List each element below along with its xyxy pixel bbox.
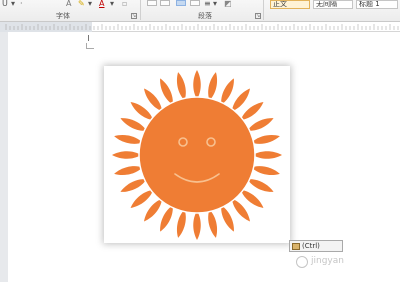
sun-ray — [251, 166, 280, 176]
paragraph-dialog-launcher-icon[interactable]: ↘ — [255, 13, 261, 19]
sun-ray — [176, 209, 186, 238]
sun-face — [138, 96, 256, 214]
style-no-spacing[interactable]: 无间隔 — [313, 0, 353, 9]
font-dialog-launcher-icon[interactable]: ↘ — [131, 13, 137, 19]
justify-button[interactable] — [190, 0, 200, 6]
vertical-ruler[interactable] — [0, 32, 8, 282]
group-divider — [263, 0, 264, 20]
sun-ray — [114, 134, 143, 144]
style-heading-1[interactable]: 标题 1 — [356, 0, 398, 9]
ribbon: U ▾ · A ✎ ▾ A ▾ ▫ 字体 ↘ ≡ ▾ ◩ 段落 ↘ 正文 无间隔… — [0, 0, 400, 22]
underline-icon[interactable]: U — [2, 0, 8, 8]
clear-format-icon[interactable]: · — [20, 0, 23, 8]
char-shading-icon[interactable]: ▫ — [122, 0, 127, 8]
watermark: jingyan — [296, 250, 400, 282]
dropdown-arrow-icon[interactable]: ▾ — [11, 0, 15, 8]
watermark-logo-icon — [296, 256, 308, 268]
shading-icon[interactable]: ◩ — [224, 0, 232, 8]
sun-ray — [251, 134, 280, 144]
sun-picture — [112, 70, 282, 240]
sun-ray — [112, 151, 141, 159]
sun-ray — [193, 211, 201, 240]
align-center-button[interactable] — [160, 0, 170, 6]
dropdown-arrow-icon[interactable]: ▾ — [213, 0, 217, 8]
paragraph-group-label: 段落 — [198, 12, 212, 20]
font-color-icon[interactable]: A — [99, 0, 104, 8]
font-style-icon[interactable]: A — [66, 0, 71, 8]
group-divider — [140, 0, 141, 20]
watermark-text: jingyan — [311, 256, 344, 266]
dropdown-arrow-icon[interactable]: ▾ — [110, 0, 114, 8]
sun-ray — [208, 72, 218, 101]
dropdown-arrow-icon[interactable]: ▾ — [88, 0, 92, 8]
font-group-label: 字体 — [56, 12, 70, 20]
sun-ray — [176, 72, 186, 101]
style-normal[interactable]: 正文 — [270, 0, 310, 9]
sun-ray — [253, 151, 282, 159]
line-spacing-icon[interactable]: ≡ — [204, 0, 211, 8]
align-left-button[interactable] — [147, 0, 157, 6]
inserted-picture[interactable] — [104, 66, 290, 243]
horizontal-ruler[interactable] — [0, 22, 400, 32]
sun-ray — [193, 70, 201, 99]
sun-ray — [208, 209, 218, 238]
clipboard-icon — [292, 243, 300, 250]
sun-ray — [114, 166, 143, 176]
highlight-icon[interactable]: ✎ — [78, 0, 85, 8]
ruler-ticks — [5, 24, 399, 30]
text-cursor — [88, 35, 89, 41]
align-right-button[interactable] — [176, 0, 186, 6]
margin-corner-mark — [86, 43, 94, 49]
